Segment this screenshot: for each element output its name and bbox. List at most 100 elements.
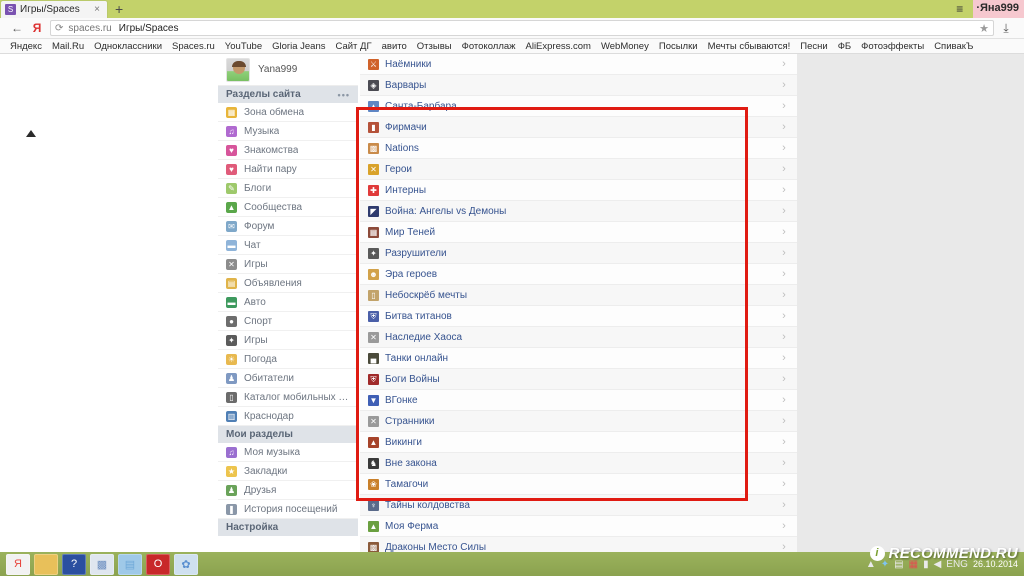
sidebar-item-0[interactable]: ♫ Моя музыка xyxy=(218,443,358,462)
chevron-right-icon[interactable]: › xyxy=(771,499,797,511)
file-explorer-taskbar-button[interactable]: ▤ xyxy=(34,553,58,575)
chevron-right-icon[interactable]: › xyxy=(771,310,797,322)
sidebar-item-6[interactable]: ✉ Форум xyxy=(218,217,358,236)
game-list-item[interactable]: ✕ Наследие Хаоса › xyxy=(360,327,797,348)
bookmark-item[interactable]: Песни xyxy=(795,41,832,52)
bookmark-item[interactable]: Яндекс xyxy=(5,41,47,52)
game-list-item[interactable]: ▲ Викинги › xyxy=(360,432,797,453)
sidebar-item-8[interactable]: ✕ Игры xyxy=(218,255,358,274)
sidebar-item-2[interactable]: ♟ Друзья xyxy=(218,481,358,500)
game-list-item[interactable]: ▯ Небоскрёб мечты › xyxy=(360,285,797,306)
bookmark-item[interactable]: Одноклассники xyxy=(89,41,167,52)
game-list-item[interactable]: ☻ Эра героев › xyxy=(360,264,797,285)
bookmark-item[interactable]: СпивакЪ xyxy=(929,41,978,52)
game-list-item[interactable]: ◈ Варвары › xyxy=(360,75,797,96)
game-list-item[interactable]: ❀ Тамагочи › xyxy=(360,474,797,495)
bookmark-item[interactable]: Mail.Ru xyxy=(47,41,89,52)
chevron-right-icon[interactable]: › xyxy=(771,226,797,238)
sidebar-item-15[interactable]: ▯ Каталог мобильных … xyxy=(218,388,358,407)
help-taskbar-button[interactable]: ? xyxy=(62,553,86,575)
sidebar-item-14[interactable]: ♟ Обитатели xyxy=(218,369,358,388)
game-list-item[interactable]: ▩ Nations › xyxy=(360,138,797,159)
chevron-right-icon[interactable]: › xyxy=(771,289,797,301)
chevron-right-icon[interactable]: › xyxy=(771,520,797,532)
chevron-right-icon[interactable]: › xyxy=(771,478,797,490)
chevron-right-icon[interactable]: › xyxy=(771,79,797,91)
bookmark-item[interactable]: Gloria Jeans xyxy=(267,41,330,52)
yandex-browser-taskbar-button[interactable]: Я xyxy=(6,553,30,575)
bookmark-item[interactable]: Фотоколлаж xyxy=(457,41,521,52)
sidebar-item-0[interactable]: ▦ Зона обмена xyxy=(218,103,358,122)
sidebar-item-9[interactable]: ▤ Объявления xyxy=(218,274,358,293)
game-list-item[interactable]: ✕ Странники › xyxy=(360,411,797,432)
game-list-item[interactable]: ✚ Интерны › xyxy=(360,180,797,201)
chevron-right-icon[interactable]: › xyxy=(771,184,797,196)
chevron-right-icon[interactable]: › xyxy=(771,163,797,175)
avatar[interactable] xyxy=(226,57,250,82)
scroll-up-marker-icon[interactable] xyxy=(26,130,36,137)
chevron-right-icon[interactable]: › xyxy=(771,58,797,70)
chevron-right-icon[interactable]: › xyxy=(771,142,797,154)
game-list-item[interactable]: ♆ Тайны колдовства › xyxy=(360,495,797,516)
sidebar-item-1[interactable]: ★ Закладки xyxy=(218,462,358,481)
chevron-right-icon[interactable]: › xyxy=(771,331,797,343)
chevron-right-icon[interactable]: › xyxy=(771,394,797,406)
sidebar-item-12[interactable]: ✦ Игры xyxy=(218,331,358,350)
chevron-right-icon[interactable]: › xyxy=(771,100,797,112)
menu-hamburger-icon[interactable]: ≡ xyxy=(946,0,973,18)
game-list-item[interactable]: ⛨ Боги Войны › xyxy=(360,369,797,390)
game-list-item[interactable]: ▄ Танки онлайн › xyxy=(360,348,797,369)
chevron-right-icon[interactable]: › xyxy=(771,457,797,469)
bookmark-item[interactable]: Мечты сбываются! xyxy=(703,41,796,52)
bookmark-item[interactable]: Сайт ДГ xyxy=(330,41,376,52)
chevron-right-icon[interactable]: › xyxy=(771,247,797,259)
game-list-item[interactable]: ✕ Герои › xyxy=(360,159,797,180)
close-tab-icon[interactable]: × xyxy=(91,4,103,15)
game-list-item[interactable]: ✦ Разрушители › xyxy=(360,243,797,264)
reload-icon[interactable]: ⟳ xyxy=(55,23,63,34)
game-list-item[interactable]: ▮ Фирмачи › xyxy=(360,117,797,138)
bookmark-item[interactable]: Spaces.ru xyxy=(167,41,220,52)
sidebar-item-3[interactable]: ❚ История посещений xyxy=(218,500,358,519)
game-list-item[interactable]: ▼ ВГонке › xyxy=(360,390,797,411)
chevron-right-icon[interactable]: › xyxy=(771,436,797,448)
chevron-right-icon[interactable]: › xyxy=(771,352,797,364)
chevron-right-icon[interactable]: › xyxy=(771,415,797,427)
chevron-right-icon[interactable]: › xyxy=(771,541,797,552)
game-list-item[interactable]: ▲ Моя Ферма › xyxy=(360,516,797,537)
sidebar-item-1[interactable]: ♫ Музыка xyxy=(218,122,358,141)
chevron-right-icon[interactable]: › xyxy=(771,268,797,280)
bookmark-star-icon[interactable]: ★ xyxy=(979,22,989,35)
opera-taskbar-button[interactable]: O xyxy=(146,553,170,575)
browser-tab[interactable]: S Игры/Spaces × xyxy=(0,0,108,18)
bookmark-item[interactable]: авито xyxy=(377,41,412,52)
sidebar-section-more-icon[interactable]: ••• xyxy=(338,90,350,100)
new-tab-button[interactable]: + xyxy=(108,0,130,18)
contacts-taskbar-button[interactable]: ▩ xyxy=(90,553,114,575)
bookmark-item[interactable]: YouTube xyxy=(220,41,267,52)
bookmark-item[interactable]: WebMoney xyxy=(596,41,654,52)
sidebar-item-7[interactable]: ▬ Чат xyxy=(218,236,358,255)
sidebar-item-13[interactable]: ☀ Погода xyxy=(218,350,358,369)
bookmark-item[interactable]: ФБ xyxy=(833,41,856,52)
sidebar-item-16[interactable]: ▥ Краснодар xyxy=(218,407,358,426)
bookmark-item[interactable]: Отзывы xyxy=(412,41,457,52)
game-list-item[interactable]: ▩ Драконы Место Силы › xyxy=(360,537,797,552)
sidebar-item-10[interactable]: ▬ Авто xyxy=(218,293,358,312)
bookmark-item[interactable]: Фотоэффекты xyxy=(856,41,929,52)
profile-row[interactable]: Yana999 xyxy=(218,54,358,86)
sidebar-item-5[interactable]: ▲ Сообщества xyxy=(218,198,358,217)
game-list-item[interactable]: ◤ Война: Ангелы vs Демоны › xyxy=(360,201,797,222)
chevron-right-icon[interactable]: › xyxy=(771,121,797,133)
paint-taskbar-button[interactable]: ✿ xyxy=(174,553,198,575)
game-list-item[interactable]: ⛨ Битва титанов › xyxy=(360,306,797,327)
chevron-right-icon[interactable]: › xyxy=(771,205,797,217)
sidebar-item-11[interactable]: ● Спорт xyxy=(218,312,358,331)
sidebar-item-4[interactable]: ✎ Блоги xyxy=(218,179,358,198)
back-button-icon[interactable]: ← xyxy=(6,21,28,35)
game-list-item[interactable]: ⚔ Наёмники › xyxy=(360,54,797,75)
game-list-item[interactable]: ▲ Санта-Барбара › xyxy=(360,96,797,117)
bookmark-item[interactable]: Посылки xyxy=(654,41,703,52)
chevron-right-icon[interactable]: › xyxy=(771,373,797,385)
yandex-logo-icon[interactable]: Я xyxy=(28,21,46,35)
